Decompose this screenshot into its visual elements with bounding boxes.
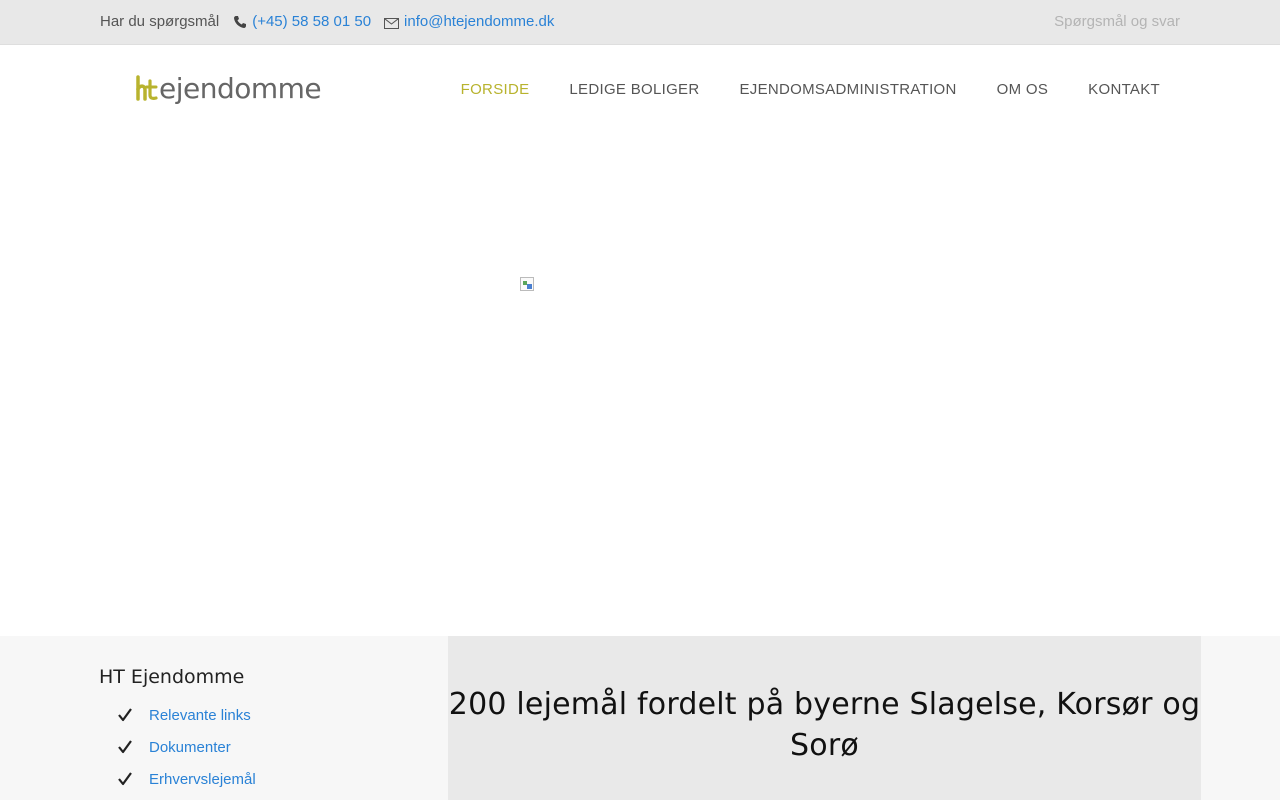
sidebar-title: HT Ejendomme bbox=[99, 666, 245, 688]
nav-item-forside[interactable]: FORSIDE bbox=[461, 81, 530, 98]
logo-mark bbox=[134, 75, 158, 103]
broken-image-icon bbox=[520, 277, 534, 291]
email-link[interactable]: info@htejendomme.dk bbox=[404, 13, 554, 30]
contact-info: Har du spørgsmål (+45) 58 58 01 50 info@… bbox=[100, 13, 554, 30]
hero-area bbox=[0, 135, 1280, 635]
list-item: Relevante links bbox=[118, 707, 256, 739]
check-icon bbox=[118, 740, 132, 754]
phone-icon bbox=[233, 15, 247, 29]
mail-icon bbox=[384, 16, 400, 29]
nav-item-ledige-boliger[interactable]: LEDIGE BOLIGER bbox=[569, 81, 699, 98]
check-icon bbox=[118, 708, 132, 722]
main-nav: FORSIDE LEDIGE BOLIGER EJENDOMSADMINISTR… bbox=[421, 81, 1160, 98]
site-header: ejendomme FORSIDE LEDIGE BOLIGER EJENDOM… bbox=[0, 45, 1280, 135]
check-icon bbox=[118, 772, 132, 786]
phone-link[interactable]: (+45) 58 58 01 50 bbox=[252, 13, 371, 30]
nav-item-om-os[interactable]: OM OS bbox=[997, 81, 1049, 98]
site-logo[interactable]: ejendomme bbox=[134, 72, 322, 105]
link-dokumenter[interactable]: Dokumenter bbox=[149, 739, 231, 756]
sidebar-links: Relevante links Dokumenter Erhvervslejem… bbox=[118, 707, 256, 803]
logo-wordmark: ejendomme bbox=[159, 72, 322, 105]
nav-item-kontakt[interactable]: KONTAKT bbox=[1088, 81, 1160, 98]
nav-item-ejendomsadministration[interactable]: EJENDOMSADMINISTRATION bbox=[739, 81, 956, 98]
faq-link[interactable]: Spørgsmål og svar bbox=[1054, 13, 1180, 30]
feature-panel: 200 lejemål fordelt på byerne Slagelse, … bbox=[448, 636, 1201, 800]
content-section: HT Ejendomme Relevante links Dokumenter … bbox=[0, 636, 1280, 800]
question-text: Har du spørgsmål bbox=[100, 13, 220, 30]
list-item: Dokumenter bbox=[118, 739, 256, 771]
link-relevante-links[interactable]: Relevante links bbox=[149, 707, 251, 724]
list-item: Erhvervslejemål bbox=[118, 771, 256, 803]
feature-heading: 200 lejemål fordelt på byerne Slagelse, … bbox=[448, 687, 1201, 763]
top-info-bar: Har du spørgsmål (+45) 58 58 01 50 info@… bbox=[0, 0, 1280, 45]
link-erhvervslejemaal[interactable]: Erhvervslejemål bbox=[149, 771, 256, 788]
